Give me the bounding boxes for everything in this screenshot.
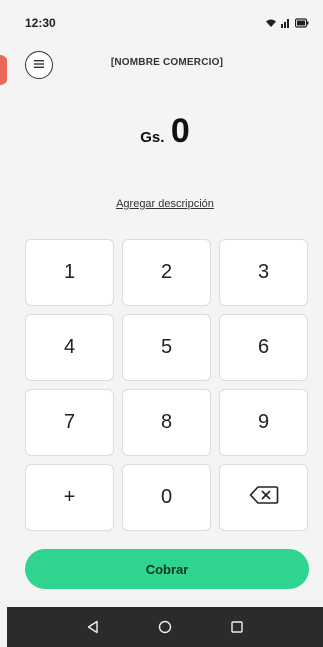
screen: 12:30 [NOMBRE COMERCIO] Gs. 0 Agregar de… <box>7 0 323 647</box>
status-bar: 12:30 <box>7 0 323 40</box>
amount-display: Gs. 0 <box>7 112 323 151</box>
menu-button[interactable] <box>25 51 53 79</box>
key-0[interactable]: 0 <box>122 464 211 531</box>
merchant-name: [NOMBRE COMERCIO] <box>110 57 224 68</box>
key-3[interactable]: 3 <box>219 239 308 306</box>
system-navbar <box>7 607 323 647</box>
backspace-icon <box>249 485 279 511</box>
backspace-key[interactable] <box>219 464 308 531</box>
key-4[interactable]: 4 <box>25 314 114 381</box>
key-1[interactable]: 1 <box>25 239 114 306</box>
key-6[interactable]: 6 <box>219 314 308 381</box>
hamburger-icon <box>33 56 45 74</box>
key-8[interactable]: 8 <box>122 389 211 456</box>
status-icons <box>265 15 309 33</box>
charge-button[interactable]: Cobrar <box>25 549 309 589</box>
keypad: 1 2 3 4 5 6 7 8 9 + 0 <box>25 239 309 531</box>
key-9[interactable]: 9 <box>219 389 308 456</box>
back-icon[interactable] <box>86 620 100 634</box>
key-2[interactable]: 2 <box>122 239 211 306</box>
amount-value: 0 <box>170 112 190 150</box>
battery-icon <box>294 15 309 33</box>
key-plus[interactable]: + <box>25 464 114 531</box>
recents-icon[interactable] <box>230 620 244 634</box>
status-time: 12:30 <box>25 16 56 30</box>
wifi-icon <box>265 15 277 33</box>
home-icon[interactable] <box>158 620 172 634</box>
amount-currency: Gs. <box>140 129 165 146</box>
add-description-link[interactable]: Agregar descripción <box>7 198 323 210</box>
key-7[interactable]: 7 <box>25 389 114 456</box>
app-header: [NOMBRE COMERCIO] <box>7 44 323 80</box>
signal-icon <box>281 15 291 33</box>
key-5[interactable]: 5 <box>122 314 211 381</box>
